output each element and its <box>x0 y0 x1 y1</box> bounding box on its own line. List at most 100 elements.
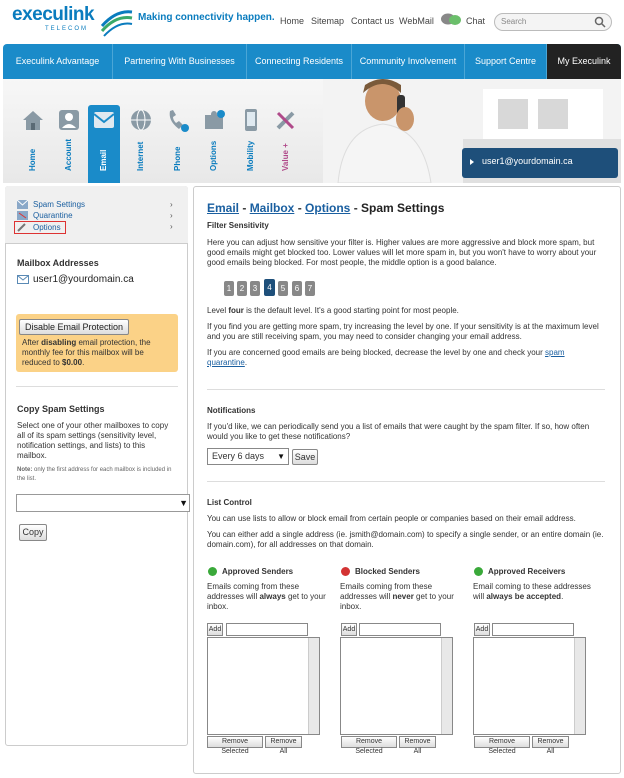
icon-tab-label: Account <box>64 139 73 171</box>
wrench-icon <box>17 223 26 232</box>
sidebar-item-options[interactable]: Options <box>33 223 61 232</box>
tools-icon <box>276 111 295 130</box>
globe-icon <box>131 109 151 131</box>
breadcrumb-email[interactable]: Email <box>207 201 239 215</box>
approved-receivers-remove-all[interactable]: Remove All <box>532 736 569 755</box>
copy-button[interactable]: Copy <box>19 524 47 541</box>
icon-tab-internet[interactable]: Internet <box>128 107 154 182</box>
account-icon <box>59 110 79 130</box>
home-icon <box>23 111 43 130</box>
nav-community-involvement[interactable]: Community Involvement <box>352 44 465 79</box>
icon-tab-label: Value + <box>281 143 290 171</box>
icon-tab-account[interactable]: Account <box>56 107 82 182</box>
logo-subtitle: TELECOM <box>45 26 89 32</box>
scrollbar[interactable] <box>441 638 452 734</box>
level-7[interactable]: 7 <box>305 281 315 296</box>
level-2[interactable]: 2 <box>237 281 247 296</box>
breadcrumb-mailbox[interactable]: Mailbox <box>250 201 295 215</box>
icon-tab-options[interactable]: Options <box>201 107 227 182</box>
level-description: Level four is the default level. It's a … <box>207 306 459 315</box>
user-arrow-icon <box>470 159 474 165</box>
blocked-senders-add-button[interactable]: Add <box>341 623 357 636</box>
approved-senders-input[interactable] <box>226 623 308 636</box>
breadcrumb-options[interactable]: Options <box>305 201 350 215</box>
top-link-chat[interactable]: Chat <box>466 16 485 26</box>
copy-spam-settings-text: Select one of your other mailboxes to co… <box>17 421 169 460</box>
level-3[interactable]: 3 <box>250 281 260 296</box>
icon-tab-home[interactable]: Home <box>20 107 46 182</box>
check-circle-icon <box>208 567 217 576</box>
approved-senders-list[interactable] <box>207 637 320 735</box>
disable-note: After disabling email protection, the mo… <box>22 338 151 367</box>
blocked-senders-remove-selected[interactable]: Remove Selected <box>341 736 397 755</box>
nav-support-centre[interactable]: Support Centre <box>465 44 547 79</box>
icon-tab-label: Internet <box>136 141 145 171</box>
logo[interactable]: execulink <box>12 4 95 26</box>
chevron-right-icon: › <box>170 211 173 220</box>
approved-senders-remove-all[interactable]: Remove All <box>265 736 302 755</box>
save-button[interactable]: Save <box>292 449 318 465</box>
x-circle-icon <box>341 567 350 576</box>
spam-settings-icon <box>17 200 28 209</box>
approved-receivers-input[interactable] <box>492 623 574 636</box>
level-6[interactable]: 6 <box>292 281 302 296</box>
page-title: Spam Settings <box>361 201 445 215</box>
icon-tab-value-plus[interactable]: Value + <box>273 107 299 182</box>
nav-my-execulink[interactable]: My Execulink <box>547 44 621 79</box>
approved-senders-desc: Emails coming from these addresses will … <box>207 582 326 611</box>
icon-tab-label: Phone <box>173 146 182 171</box>
approved-receivers-list[interactable] <box>473 637 586 735</box>
list-control-text-2: You can either add a single address (ie.… <box>207 530 604 549</box>
breadcrumb: Email - Mailbox - Options - Spam Setting… <box>207 201 445 215</box>
nav-execulink-advantage[interactable]: Execulink Advantage <box>3 44 113 79</box>
dropdown-arrow-icon: ▼ <box>277 452 285 461</box>
email-icon <box>93 112 115 128</box>
tagline: Making connectivity happen. <box>138 12 275 23</box>
icon-tab-phone[interactable]: Phone <box>165 107 191 182</box>
notification-frequency-select[interactable]: Every 6 days ▼ <box>207 448 289 465</box>
search-icon[interactable] <box>594 16 606 28</box>
top-link-home[interactable]: Home <box>280 16 304 26</box>
blocked-senders-title: Blocked Senders <box>355 567 420 576</box>
mailbox-address: user1@yourdomain.ca <box>33 274 134 285</box>
disable-email-protection-button[interactable]: Disable Email Protection <box>19 319 129 335</box>
puzzle-icon <box>205 110 225 129</box>
top-link-webmail[interactable]: WebMail <box>399 16 434 26</box>
icon-tab-label: Email <box>99 149 108 171</box>
search-placeholder: Search <box>501 17 527 26</box>
icon-tab-mobility[interactable]: Mobility <box>238 107 264 182</box>
dropdown-arrow-icon: ▼ <box>179 498 188 508</box>
user-account-box[interactable]: user1@yourdomain.ca <box>462 148 618 178</box>
approved-senders-title: Approved Senders <box>222 567 294 576</box>
list-control-title: List Control <box>207 498 252 507</box>
mailbox-addresses-title: Mailbox Addresses <box>17 258 99 268</box>
blocked-senders-input[interactable] <box>359 623 441 636</box>
search-input[interactable]: Search <box>494 13 612 31</box>
level-1[interactable]: 1 <box>224 281 234 296</box>
top-link-sitemap[interactable]: Sitemap <box>311 16 344 26</box>
sidebar-item-quarantine[interactable]: Quarantine <box>33 211 73 220</box>
blocked-senders-list[interactable] <box>340 637 453 735</box>
nav-connecting-residents[interactable]: Connecting Residents <box>247 44 352 79</box>
approved-senders-remove-selected[interactable]: Remove Selected <box>207 736 263 755</box>
chevron-right-icon: › <box>170 200 173 209</box>
nav-partnering-businesses[interactable]: Partnering With Businesses <box>113 44 247 79</box>
blocked-senders-remove-all[interactable]: Remove All <box>399 736 436 755</box>
filter-description: Here you can adjust how sensitive your f… <box>207 238 597 267</box>
mailbox-select[interactable]: ▼ <box>16 494 190 512</box>
scrollbar[interactable] <box>574 638 585 734</box>
chat-icon[interactable] <box>440 12 462 28</box>
sidebar-item-spam-settings[interactable]: Spam Settings <box>33 200 85 209</box>
icon-tab-label: Home <box>28 148 37 171</box>
level-4-selected[interactable]: 4 <box>264 279 275 296</box>
approved-receivers-remove-selected[interactable]: Remove Selected <box>474 736 530 755</box>
divider <box>16 386 178 387</box>
top-link-contact[interactable]: Contact us <box>351 16 394 26</box>
copy-spam-settings-title: Copy Spam Settings <box>17 404 105 414</box>
phone-icon <box>169 110 189 132</box>
approved-receivers-add-button[interactable]: Add <box>474 623 490 636</box>
approved-senders-add-button[interactable]: Add <box>207 623 223 636</box>
level-5[interactable]: 5 <box>278 281 288 296</box>
icon-tab-email[interactable]: Email <box>91 107 117 182</box>
scrollbar[interactable] <box>308 638 319 734</box>
